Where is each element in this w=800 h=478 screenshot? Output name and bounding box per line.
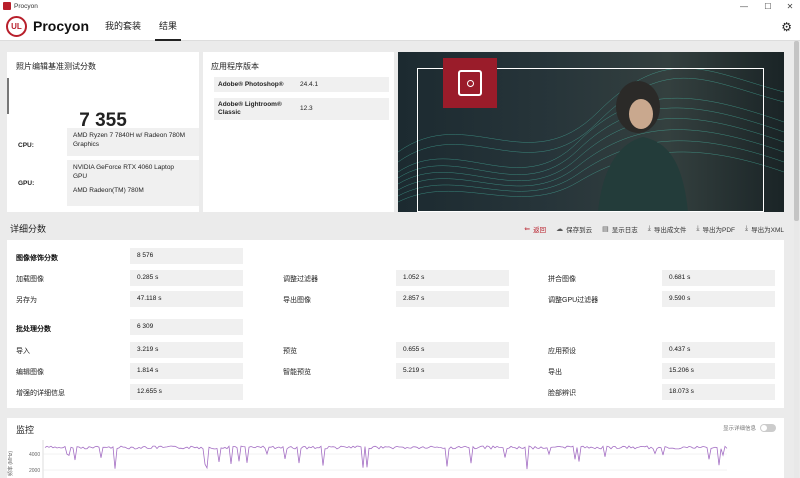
scrollbar-thumb[interactable] [794,41,799,221]
version-row: Adobe® Lightroom® Classic 12.3 [214,98,389,120]
cpu-value: AMD Ryzen 7 7840H w/ Radeon 780M Graphic… [67,128,199,156]
export-file-button[interactable]: ⤓ 导出成文件 [648,224,687,234]
export-pdf-button[interactable]: ⤓ 导出为PDF [696,224,735,234]
metric-value: 0.285 s [130,270,243,286]
metric-value: 0.681 s [662,270,775,286]
app-header: UL Procyon 我的套装 结果 ⚙ [0,12,800,41]
metric-label: 编辑图像 [16,369,44,376]
metric-value: 3.219 s [130,342,243,358]
app-version-card: 应用程序版本 Adobe® Photoshop® 24.4.1 Adobe® L… [203,52,394,212]
app-name: Adobe® Lightroom® Classic [218,101,282,116]
maximize-button[interactable]: ☐ [760,0,776,12]
gpu-value-primary: NVIDIA GeForce RTX 4060 Laptop GPU [73,164,175,180]
hero-illustration [398,52,784,212]
show-log-button[interactable]: ▤ 显示日志 [602,224,638,234]
frequency-graph: 频率 (MHz) 4000 2000 [7,440,728,478]
brand-name: Procyon [33,18,90,34]
app-version: 24.4.1 [300,81,319,88]
export-xml-button[interactable]: ⤓ 导出为XML [745,224,784,234]
download-icon: ⤓ [647,225,651,232]
tab-my-suites[interactable]: 我的套装 [105,12,141,41]
metric-value: 0.655 s [396,342,509,358]
metric-value: 1.814 s [130,363,243,379]
metric-label: 调整GPU过滤器 [548,297,599,304]
metric-label: 智能预览 [283,369,311,376]
cloud-icon: ☁ [556,226,564,233]
y-tick: 4000 [29,452,40,458]
details-toggle-group: 显示详细信息 [723,424,776,432]
metric-value: 0.437 s [662,342,775,358]
metric-label: 另存为 [16,297,37,304]
monitoring-card: 监控 显示详细信息 频率 (MHz) 4000 2000 [7,418,784,478]
details-title: 详细分数 [10,224,47,234]
gpu-values: NVIDIA GeForce RTX 4060 Laptop GPU AMD R… [67,160,199,206]
page-scrollbar[interactable] [794,41,799,478]
benchmark-score-card: 照片编辑基准测试分数 7 355 CPU: AMD Ryzen 7 7840H … [7,52,199,212]
metric-value: 12.655 s [130,384,243,400]
metric-value: 2.857 s [396,291,509,307]
results-toolbar: ⇐ 返回 ☁ 保存到云 ▤ 显示日志 ⤓ 导出成文件 ⤓ 导出为PDF ⤓ 导出为XML [524,224,784,234]
back-arrow-icon: ⇐ [524,226,531,233]
metric-value: 47.118 s [130,291,243,307]
minimize-button[interactable]: — [736,0,752,12]
back-button[interactable]: ⇐ 返回 [524,224,546,234]
metric-label: 调整过滤器 [283,276,318,283]
metric-value: 18.073 s [662,384,775,400]
gpu-label: GPU: [18,180,35,187]
photo-icon [458,70,482,96]
metric-label: 导入 [16,348,30,355]
metric-label: 加载图像 [16,276,44,283]
batch-group-label: 批处理分数 [16,326,51,333]
window-titlebar: Procyon — ☐ ✕ [0,0,800,12]
metric-value: 1.052 s [396,270,509,286]
detailed-scores-card: 图像修饰分数 8 576 加载图像 0.285 s 调整过滤器 1.052 s … [7,240,784,408]
gear-icon[interactable]: ⚙ [781,20,792,34]
tab-results[interactable]: 结果 [155,12,182,41]
document-icon: ▤ [602,226,609,233]
download-icon: ⤓ [696,225,700,232]
close-button[interactable]: ✕ [782,0,798,12]
y-axis-label: 频率 (MHz) [7,451,14,476]
version-row: Adobe® Photoshop® 24.4.1 [214,77,389,92]
window-title: Procyon [14,2,38,10]
metric-label: 增强的详细信息 [16,390,65,397]
score-accent-bar [7,78,9,114]
photo-group-score: 8 576 [130,248,243,264]
metric-label: 导出 [548,369,562,376]
metric-value: 15.206 s [662,363,775,379]
cpu-label: CPU: [18,142,34,149]
score-card-title: 照片编辑基准测试分数 [16,62,96,71]
metric-label: 导出图像 [283,297,311,304]
metric-label: 应用预设 [548,348,576,355]
download-icon: ⤓ [745,225,749,232]
version-card-title: 应用程序版本 [211,62,259,71]
gpu-value-secondary: AMD Radeon(TM) 780M [73,187,144,194]
metric-label: 预览 [283,348,297,355]
photo-group-label: 图像修饰分数 [16,255,58,262]
procyon-badge [443,58,497,108]
app-version: 12.3 [300,105,313,112]
app-name: Adobe® Photoshop® [218,81,284,88]
save-cloud-button[interactable]: ☁ 保存到云 [556,224,592,234]
metric-label: 脸部辨识 [548,390,576,397]
batch-group-score: 6 309 [130,319,243,335]
ul-logo: UL [6,15,27,37]
y-tick: 2000 [29,468,40,474]
metric-value: 5.219 s [396,363,509,379]
frequency-series-line [44,445,728,470]
details-toggle[interactable] [760,424,776,432]
app-icon [3,2,11,10]
metric-label: 拼合图像 [548,276,576,283]
toggle-label: 显示详细信息 [722,426,756,432]
metric-value: 9.590 s [662,291,775,307]
